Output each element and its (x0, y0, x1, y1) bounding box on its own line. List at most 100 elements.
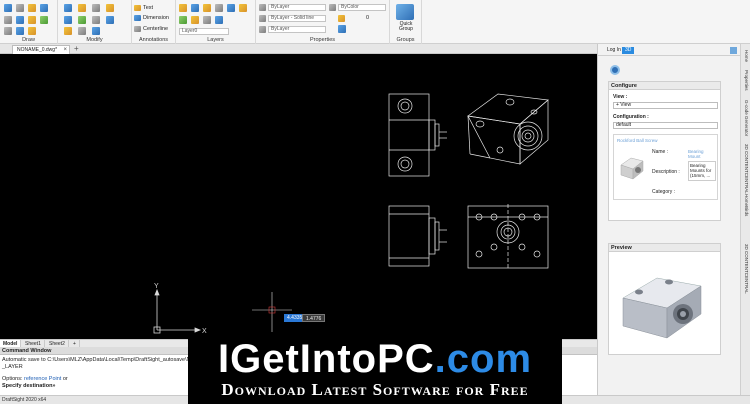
preview-title: Preview (609, 244, 720, 252)
plot-style-dropdown[interactable]: ByColor (338, 4, 386, 11)
circle-tool-icon[interactable] (28, 4, 36, 12)
layer-freeze-icon[interactable] (215, 4, 223, 12)
part-thumbnail-image (620, 157, 644, 180)
lineweight-dropdown[interactable]: ByLayer (268, 26, 326, 33)
isometric-view (467, 93, 549, 165)
layer-walk-icon[interactable] (215, 16, 223, 24)
configuration-label: Configuration : (613, 114, 649, 120)
options-prefix: Options: (2, 376, 23, 382)
3d-contentcentral-panel: Log In 3D Configure View : + View Config… (597, 44, 741, 395)
name-label: Name : (652, 149, 669, 155)
offset-tool-icon[interactable] (64, 27, 72, 35)
arc-tool-icon[interactable] (40, 4, 48, 12)
part-card: Rockford Ball Screw Name : Bearing Mount… (613, 134, 718, 200)
transparency-value[interactable]: 0 (366, 15, 369, 21)
layer-lock-icon[interactable] (227, 4, 235, 12)
rectangle-tool-icon[interactable] (4, 16, 12, 24)
mirror-tool-icon[interactable] (64, 16, 72, 24)
ribbon-group-groups: Quick Group Groups (390, 0, 422, 44)
fillet-tool-icon[interactable] (78, 27, 86, 35)
side-tab-homebirds[interactable]: HomeBirds (742, 194, 750, 216)
text-tool-icon (134, 5, 141, 11)
centerline-button[interactable]: Centerline (143, 26, 168, 32)
side-tabs: Home Properties G-code Generator 3D CONT… (740, 44, 750, 395)
close-tab-icon[interactable]: × (63, 46, 67, 54)
layer-color-icon[interactable] (239, 4, 247, 12)
dimension-button[interactable]: Dimension (143, 15, 169, 21)
plot-style-icon (329, 4, 336, 11)
preview-section: Preview (608, 243, 721, 355)
match-properties-icon[interactable] (338, 25, 346, 33)
svg-text:Y: Y (154, 283, 159, 290)
ribbon-group-label: Layers (207, 37, 224, 43)
polyline-tool-icon[interactable] (16, 4, 24, 12)
tab-log-in[interactable]: Log In (604, 47, 624, 54)
scale-tool-icon[interactable] (78, 16, 86, 24)
top-view (467, 204, 549, 269)
point-tool-icon[interactable] (4, 27, 12, 35)
layer-manager-icon[interactable] (179, 4, 187, 12)
ribbon-group-draw: Draw (0, 0, 58, 44)
quick-group-icon[interactable] (396, 4, 414, 20)
trim-tool-icon[interactable] (92, 16, 100, 24)
layer-dropdown[interactable]: Layer0 (179, 28, 229, 35)
ribbon-group-modify: Modify (58, 0, 132, 44)
ribbon-group-layers: Layer0 Layers (176, 0, 256, 44)
hatch-tool-icon[interactable] (28, 16, 36, 24)
layer-isolate-icon[interactable] (203, 16, 211, 24)
eraser-icon[interactable] (106, 4, 114, 12)
rotate-tool-icon[interactable] (92, 4, 100, 12)
side-tab-home[interactable]: Home (742, 50, 750, 62)
crosshair-cursor (252, 292, 292, 332)
copy-tool-icon[interactable] (78, 4, 86, 12)
ucs-icon: Y X (153, 283, 207, 335)
layer-match-icon[interactable] (191, 16, 199, 24)
name-value: Bearing Mount (688, 149, 704, 159)
centerline-tool-icon (134, 26, 141, 32)
options-suffix: or (62, 376, 68, 382)
ribbon-group-annotations: Text Dimension Centerline Annotations (132, 0, 176, 44)
back-icon[interactable] (610, 65, 620, 75)
panel-close-icon[interactable] (730, 47, 737, 54)
side-view (388, 205, 447, 267)
view-label: View : (613, 94, 628, 100)
ribbon-group-label: Modify (86, 37, 103, 43)
document-tab[interactable]: NONAME_0.dwg* × (12, 45, 70, 54)
layer-state-icon[interactable] (191, 4, 199, 12)
app-window: Draw Modify Text Dimension Centerline An… (0, 0, 750, 404)
drawing-canvas[interactable]: Y X 4.4335 1.4776 (0, 54, 597, 339)
side-tab-properties[interactable]: Properties (742, 70, 750, 91)
watermark-tagline: Download Latest Software for Free (221, 380, 529, 399)
side-tab-3dcc-2[interactable]: 3D CONTENTCENTRAL (742, 244, 750, 294)
tab-3d[interactable]: 3D (622, 47, 635, 54)
side-tab-gcode[interactable]: G-code Generator (742, 100, 750, 136)
quick-group-label[interactable]: Quick Group (395, 22, 417, 32)
block-tool-icon[interactable] (28, 27, 36, 35)
side-tab-3dcc[interactable]: 3D CONTENTCENTRAL (742, 144, 750, 194)
view-select[interactable]: + View (613, 102, 718, 109)
layer-off-icon[interactable] (203, 4, 211, 12)
color-icon (259, 4, 266, 11)
layer-previous-icon[interactable] (179, 16, 187, 24)
reference-point-option[interactable]: reference Point (24, 376, 61, 382)
linetype-dropdown[interactable]: ByLayer - Solid line (268, 15, 326, 22)
part-preview-image (622, 277, 702, 339)
spline-tool-icon[interactable] (40, 16, 48, 24)
configuration-input[interactable]: default (613, 122, 718, 129)
color-dropdown[interactable]: ByLayer (268, 4, 326, 11)
description-label: Description : (652, 169, 680, 175)
watermark-banner: IGetIntoPC.com Download Latest Software … (188, 334, 562, 404)
text-button[interactable]: Text (143, 5, 153, 11)
line-tool-icon[interactable] (4, 4, 12, 12)
polygon-tool-icon[interactable] (16, 16, 24, 24)
watermark-title: IGetIntoPC.com (188, 337, 562, 381)
part-title[interactable]: Rockford Ball Screw (617, 138, 658, 143)
dynamic-input-y[interactable]: 1.4776 (302, 314, 326, 322)
array-tool-icon[interactable] (92, 27, 100, 35)
extend-tool-icon[interactable] (106, 16, 114, 24)
linetype-icon (259, 15, 266, 22)
move-tool-icon[interactable] (64, 4, 72, 12)
add-tab-button[interactable]: + (74, 45, 79, 53)
ribbon-group-properties: ByLayer ByColor ByLayer - Solid line 0 B… (256, 0, 390, 44)
ellipse-tool-icon[interactable] (16, 27, 24, 35)
